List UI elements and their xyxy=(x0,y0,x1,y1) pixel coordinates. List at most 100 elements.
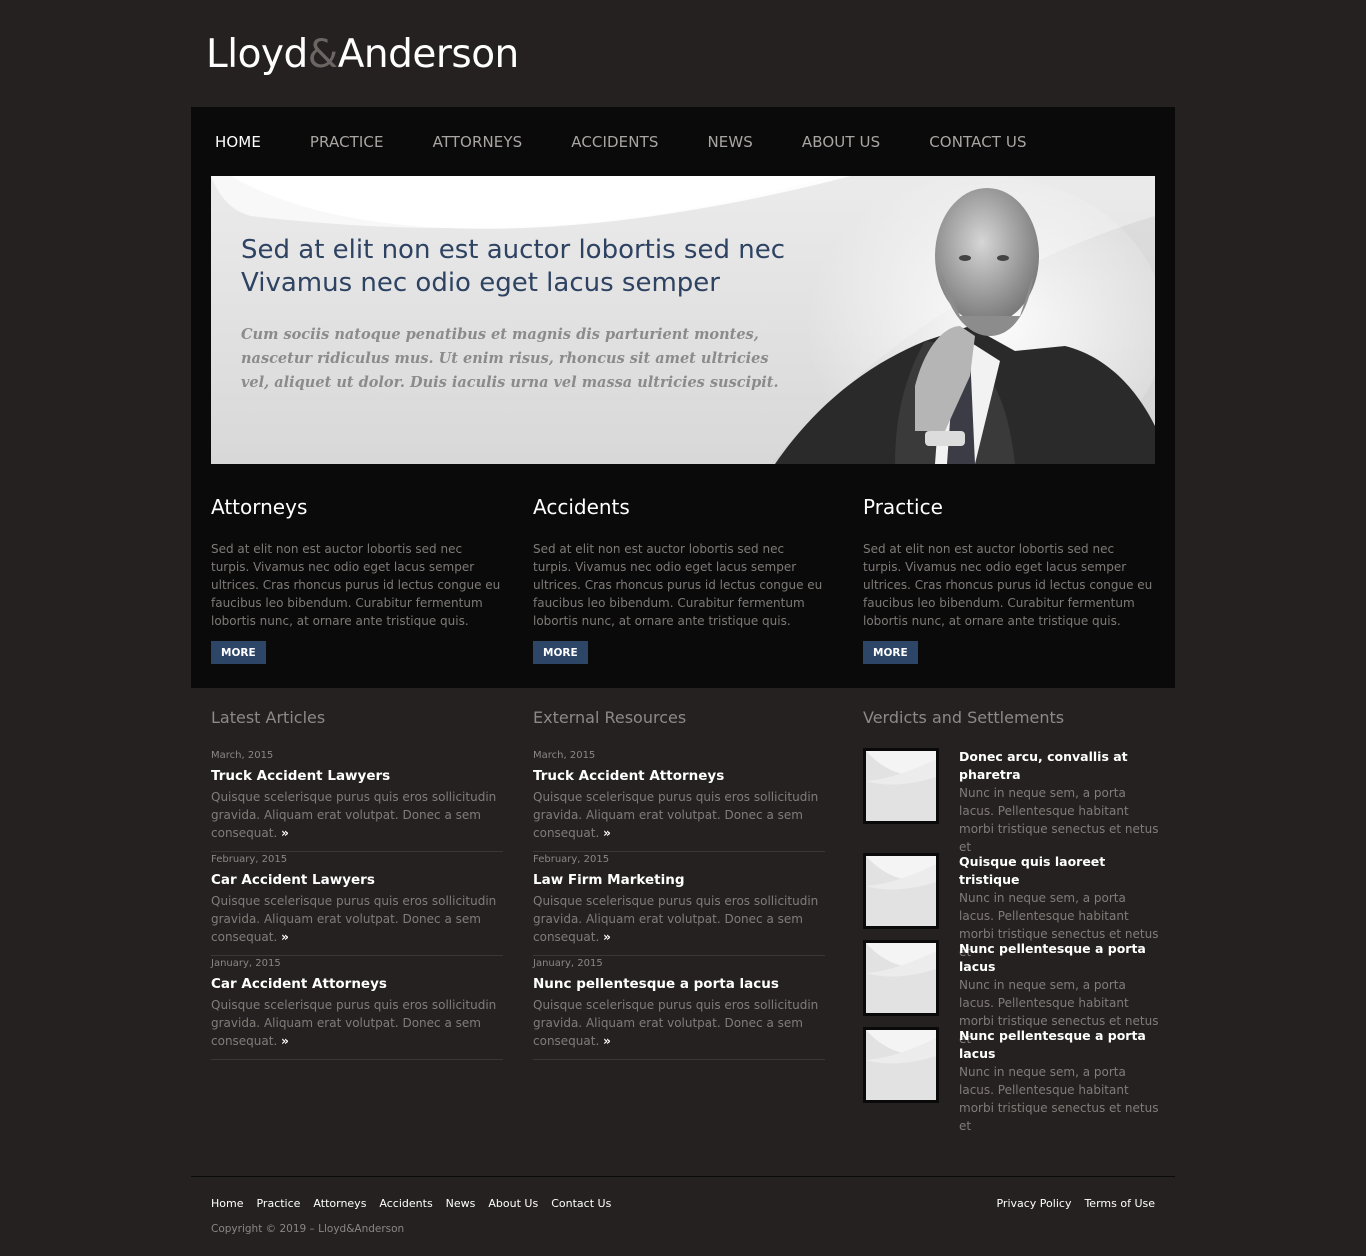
nav-home[interactable]: HOME xyxy=(215,133,261,153)
verdict-body: Nunc in neque sem, a porta lacus. Pellen… xyxy=(959,1065,1159,1133)
attorney-portrait-image xyxy=(775,176,1155,464)
article-title-link[interactable]: Car Accident Lawyers xyxy=(211,870,503,890)
article-date: February, 2015 xyxy=(211,854,288,865)
article-body: Quisque scelerisque purus quis eros soll… xyxy=(211,996,503,1050)
verdicts-list: Donec arcu, convallis at pharetra Nunc i… xyxy=(863,748,1163,1133)
verdict-thumbnail[interactable] xyxy=(863,1027,939,1103)
article-date: March, 2015 xyxy=(211,750,274,761)
feature-attorneys-more-button[interactable]: MORE xyxy=(211,641,266,664)
verdict-content: Nunc pellentesque a porta lacus Nunc in … xyxy=(959,940,1163,1046)
feature-practice-title: Practice xyxy=(863,495,943,519)
feature-practice-text: Sed at elit non est auctor lobortis sed … xyxy=(863,542,1153,628)
article-excerpt: Quisque scelerisque purus quis eros soll… xyxy=(533,894,819,944)
footer-link-news[interactable]: News xyxy=(446,1197,476,1210)
verdict-content: Quisque quis laoreet tristique Nunc in n… xyxy=(959,853,1163,959)
list-item: Nunc pellentesque a porta lacus Nunc in … xyxy=(863,1027,1163,1133)
article-date: March, 2015 xyxy=(533,750,596,761)
verdict-title-link[interactable]: Nunc pellentesque a porta lacus xyxy=(959,940,1163,976)
read-more-arrow-icon[interactable]: » xyxy=(603,826,611,840)
latest-articles-heading: Latest Articles xyxy=(211,708,326,727)
feature-accidents-text: Sed at elit non est auctor lobortis sed … xyxy=(533,542,823,628)
hero-banner: Sed at elit non est auctor lobortis sed … xyxy=(211,176,1155,464)
nav-contact-us[interactable]: CONTACT US xyxy=(929,133,1026,153)
verdict-title-link[interactable]: Nunc pellentesque a porta lacus xyxy=(959,1027,1163,1063)
list-item: February, 2015 Law Firm Marketing Quisqu… xyxy=(533,852,825,956)
footer-link-accidents[interactable]: Accidents xyxy=(379,1197,432,1210)
list-item: Quisque quis laoreet tristique Nunc in n… xyxy=(863,853,1163,959)
logo-name-part2: Anderson xyxy=(337,32,520,77)
verdict-body: Nunc in neque sem, a porta lacus. Pellen… xyxy=(959,786,1159,854)
external-resources-heading: External Resources xyxy=(533,708,687,727)
footer-link-contact-us[interactable]: Contact Us xyxy=(551,1197,611,1210)
article-title-link[interactable]: Truck Accident Attorneys xyxy=(533,766,825,786)
site-logo[interactable]: Lloyd&Anderson xyxy=(206,32,519,77)
article-excerpt: Quisque scelerisque purus quis eros soll… xyxy=(211,998,497,1048)
read-more-arrow-icon[interactable]: » xyxy=(281,1034,289,1048)
list-item: March, 2015 Truck Accident Lawyers Quisq… xyxy=(211,748,503,852)
article-title-link[interactable]: Law Firm Marketing xyxy=(533,870,825,890)
read-more-arrow-icon[interactable]: » xyxy=(281,826,289,840)
article-title-link[interactable]: Car Accident Attorneys xyxy=(211,974,503,994)
article-body: Quisque scelerisque purus quis eros soll… xyxy=(211,788,503,842)
feature-practice: Practice Sed at elit non est auctor lobo… xyxy=(863,495,1163,664)
verdict-title-link[interactable]: Quisque quis laoreet tristique xyxy=(959,853,1163,889)
list-item: January, 2015 Nunc pellentesque a porta … xyxy=(533,956,825,1060)
article-excerpt: Quisque scelerisque purus quis eros soll… xyxy=(211,894,497,944)
article-date: February, 2015 xyxy=(533,854,610,865)
thumbnail-placeholder-image xyxy=(866,943,936,1013)
external-resources-list: March, 2015 Truck Accident Attorneys Qui… xyxy=(533,748,825,1060)
verdict-thumbnail[interactable] xyxy=(863,748,939,824)
article-title-link[interactable]: Truck Accident Lawyers xyxy=(211,766,503,786)
list-item: Nunc pellentesque a porta lacus Nunc in … xyxy=(863,940,1163,1046)
footer-link-home[interactable]: Home xyxy=(211,1197,243,1210)
terms-of-use-link[interactable]: Terms of Use xyxy=(1084,1197,1155,1210)
article-title-link[interactable]: Nunc pellentesque a porta lacus xyxy=(533,974,825,994)
list-item: March, 2015 Truck Accident Attorneys Qui… xyxy=(533,748,825,852)
footer-link-practice[interactable]: Practice xyxy=(256,1197,300,1210)
article-body: Quisque scelerisque purus quis eros soll… xyxy=(211,892,503,946)
list-item: Donec arcu, convallis at pharetra Nunc i… xyxy=(863,748,1163,854)
logo-name-part1: Lloyd xyxy=(206,32,308,77)
footer-legal-links: Privacy Policy Terms of Use xyxy=(983,1197,1155,1210)
feature-accidents-title: Accidents xyxy=(533,495,630,519)
nav-about-us[interactable]: ABOUT US xyxy=(802,133,880,153)
thumbnail-placeholder-image xyxy=(866,751,936,821)
footer-link-attorneys[interactable]: Attorneys xyxy=(313,1197,366,1210)
nav-news[interactable]: NEWS xyxy=(707,133,752,153)
verdict-content: Donec arcu, convallis at pharetra Nunc i… xyxy=(959,748,1163,854)
read-more-arrow-icon[interactable]: » xyxy=(603,1034,611,1048)
article-body: Quisque scelerisque purus quis eros soll… xyxy=(533,996,825,1050)
verdict-thumbnail[interactable] xyxy=(863,940,939,1016)
verdicts-heading: Verdicts and Settlements xyxy=(863,708,1065,727)
article-excerpt: Quisque scelerisque purus quis eros soll… xyxy=(211,790,497,840)
nav-accidents[interactable]: ACCIDENTS xyxy=(571,133,658,153)
verdict-thumbnail[interactable] xyxy=(863,853,939,929)
main-nav: HOME PRACTICE ATTORNEYS ACCIDENTS NEWS A… xyxy=(215,133,1076,153)
verdict-title-link[interactable]: Donec arcu, convallis at pharetra xyxy=(959,748,1163,784)
article-excerpt: Quisque scelerisque purus quis eros soll… xyxy=(533,998,819,1048)
article-body: Quisque scelerisque purus quis eros soll… xyxy=(533,892,825,946)
read-more-arrow-icon[interactable]: » xyxy=(281,930,289,944)
list-item: February, 2015 Car Accident Lawyers Quis… xyxy=(211,852,503,956)
feature-practice-more-button[interactable]: MORE xyxy=(863,641,918,664)
privacy-policy-link[interactable]: Privacy Policy xyxy=(996,1197,1071,1210)
read-more-arrow-icon[interactable]: » xyxy=(603,930,611,944)
nav-practice[interactable]: PRACTICE xyxy=(310,133,384,153)
nav-attorneys[interactable]: ATTORNEYS xyxy=(433,133,523,153)
footer-link-about-us[interactable]: About Us xyxy=(488,1197,538,1210)
main-panel: HOME PRACTICE ATTORNEYS ACCIDENTS NEWS A… xyxy=(191,107,1175,688)
feature-attorneys-title: Attorneys xyxy=(211,495,308,519)
list-item: January, 2015 Car Accident Attorneys Qui… xyxy=(211,956,503,1060)
hero-title-line2: Vivamus nec odio eget lacus semper xyxy=(241,268,720,298)
hero-title: Sed at elit non est auctor lobortis sed … xyxy=(241,234,861,300)
thumbnail-placeholder-image xyxy=(866,1030,936,1100)
thumbnail-placeholder-image xyxy=(866,856,936,926)
feature-accidents-more-button[interactable]: MORE xyxy=(533,641,588,664)
article-date: January, 2015 xyxy=(533,958,603,969)
hero-title-line1: Sed at elit non est auctor lobortis sed … xyxy=(241,235,785,265)
footer-divider xyxy=(191,1176,1175,1177)
copyright-text: Copyright © 2019 – Lloyd&Anderson xyxy=(211,1223,405,1235)
article-date: January, 2015 xyxy=(211,958,281,969)
hero-text: Cum sociis natoque penatibus et magnis d… xyxy=(241,326,779,391)
article-body: Quisque scelerisque purus quis eros soll… xyxy=(533,788,825,842)
